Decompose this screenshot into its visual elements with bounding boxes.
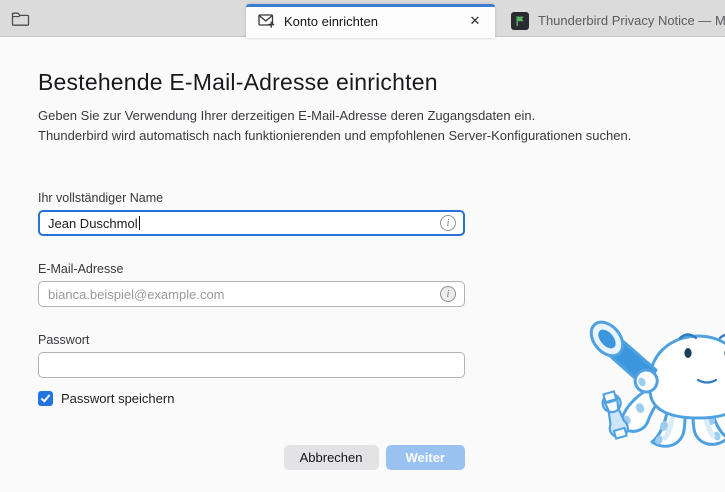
remember-password-label: Passwort speichern [61, 391, 175, 406]
remember-password-checkbox[interactable] [38, 391, 53, 406]
intro-text: Geben Sie zur Verwendung Ihrer derzeitig… [38, 106, 632, 146]
folder-icon [11, 12, 29, 26]
name-field-label: Ihr vollständiger Name [38, 191, 164, 205]
tab-konto-einrichten[interactable]: Konto einrichten ✕ [246, 4, 495, 38]
next-button[interactable]: Weiter [385, 445, 465, 470]
info-icon[interactable]: i [440, 215, 456, 231]
intro-line-1: Geben Sie zur Verwendung Ihrer derzeitig… [38, 108, 536, 123]
remember-password-row: Passwort speichern [38, 391, 465, 406]
name-input[interactable]: Jean Duschmol [38, 210, 465, 236]
tab-label: Thunderbird Privacy Notice — Mozil [538, 13, 725, 28]
tab-label: Konto einrichten [284, 13, 378, 29]
email-field-wrap: i [38, 281, 465, 307]
pinned-folder-tab[interactable] [10, 11, 30, 27]
name-input-value: Jean Duschmol [48, 215, 138, 231]
cancel-button[interactable]: Abbrechen [283, 445, 379, 470]
email-field-label: E-Mail-Adresse [38, 262, 124, 276]
tab-bar: Konto einrichten ✕ Thunderbird Privacy N… [0, 0, 725, 38]
intro-line-2: Thunderbird wird automatisch nach funkti… [38, 128, 632, 143]
password-field-wrap [38, 352, 465, 378]
checkmark-icon [40, 391, 50, 403]
password-field-label: Passwort [38, 333, 90, 347]
info-icon[interactable]: i [440, 286, 456, 302]
email-input[interactable] [38, 281, 465, 307]
account-setup-pane: Bestehende E-Mail-Adresse einrichten Geb… [0, 38, 725, 492]
name-field-wrap: Jean Duschmol i [38, 210, 465, 236]
button-row: Abbrechen Weiter [38, 445, 465, 470]
mail-setup-icon [258, 14, 275, 28]
tab-close-icon[interactable]: ✕ [465, 11, 485, 31]
mascot-octopus-illustration [589, 320, 725, 448]
privacy-flag-icon [511, 11, 529, 30]
text-caret [138, 216, 140, 230]
password-input[interactable] [38, 352, 465, 378]
tab-privacy-notice[interactable]: Thunderbird Privacy Notice — Mozil [499, 4, 725, 37]
page-title: Bestehende E-Mail-Adresse einrichten [38, 69, 438, 95]
